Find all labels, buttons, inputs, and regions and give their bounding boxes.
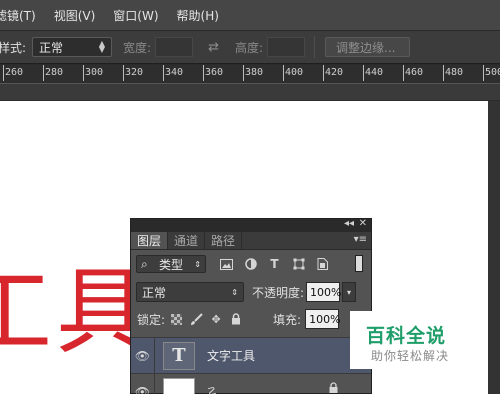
tab-paths[interactable]: 路径 [205,232,243,249]
ruler-major-tick [203,65,204,81]
menu-help[interactable]: 帮助(H) [168,7,228,24]
ruler-major-tick [243,65,244,81]
lock-move-icon[interactable]: ✥ [209,312,223,326]
visibility-eye-icon[interactable]: 👁 [131,337,155,374]
ruler-tick-label: 420 [325,67,344,78]
swap-dimensions-icon[interactable]: ⇄ [208,40,219,55]
close-icon[interactable]: ✕ [359,218,367,229]
pixel-filter-icon[interactable] [220,258,233,271]
ruler-major-tick [363,65,364,81]
ruler-strip [0,83,500,100]
style-select-value: 正常 [39,40,64,55]
ruler-tick-label: 380 [245,67,264,78]
select-arrows-icon: ⇕ [231,287,238,297]
layer-row-text[interactable]: 👁 T 文字工具 [131,337,371,374]
style-label: 样式: [0,40,27,55]
shape-filter-icon[interactable] [292,258,305,271]
fill-input[interactable]: 100% [305,309,341,329]
height-label: 高度: [235,40,264,55]
options-bar: 样式: 正常 ▲ ▼ 宽度: ⇄ 高度: 调整边缘... [0,30,500,64]
menu-filter[interactable]: 滤镜(T) [0,7,45,24]
menu-view[interactable]: 视图(V) [45,7,105,24]
ruler-major-tick [323,65,324,81]
height-field[interactable] [267,37,306,57]
ruler-major-tick [163,65,164,81]
watermark-main-text: 百科全说 [366,325,447,347]
blend-row: 正常 ⇕ 不透明度: 100% ▾ [131,280,371,304]
background-layer-name-garbled: ☡ [207,385,217,394]
filter-toggle[interactable] [355,255,363,272]
layer-name: 文字工具 [207,349,256,363]
opacity-label: 不透明度: [252,285,305,300]
ruler-tick-label: 360 [205,67,224,78]
ruler-tick-label: 300 [85,67,104,78]
select-arrows-icon: ⇕ [194,259,201,269]
layer-lock-icon [329,382,338,394]
panel-menu-icon[interactable]: ▾≡ [354,234,367,245]
panel-titlebar: ◂◂ ✕ [131,218,371,232]
watermark-logo: 百科全说 助你轻松解决 [350,311,468,369]
tab-layers[interactable]: 图层 [131,232,169,249]
menu-bar: 滤镜(T) 视图(V) 窗口(W) 帮助(H) [0,0,500,30]
visibility-eye-icon[interactable]: 👁 [131,373,155,394]
opacity-input[interactable]: 100% [306,282,342,302]
lock-transparent-icon[interactable] [169,312,183,326]
collapse-icon[interactable]: ◂◂ [344,218,354,229]
ruler-tick-label: 260 [5,67,24,78]
ruler-major-tick [83,65,84,81]
options-divider [314,36,316,58]
ruler-major-tick [443,65,444,81]
ruler-tick-label: 280 [45,67,64,78]
ruler-tick-label: 460 [405,67,424,78]
select-arrows-icon: ▲ ▼ [98,39,106,54]
ruler-tick-label: 340 [165,67,184,78]
blend-mode-value: 正常 [142,285,167,300]
watermark-sub-text: 助你轻松解决 [371,349,450,363]
filter-kind-select[interactable]: ⌕ 类型 ⇕ [136,255,206,273]
ruler-major-tick [123,65,124,81]
horizontal-ruler: 260 280 300 320 340 360 380 400 420 440 460 480 500 [0,65,500,100]
width-label: 宽度: [123,40,152,55]
layer-row-background[interactable]: 👁 ☡ [131,373,371,394]
tab-channels[interactable]: 通道 [168,232,206,249]
ruler-tick-label: 320 [125,67,144,78]
ruler-major-tick [403,65,404,81]
adjustment-filter-icon[interactable] [244,258,257,271]
type-filter-icon[interactable]: T [268,257,281,271]
lock-all-icon[interactable] [229,312,243,326]
filter-kind-value: 类型 [159,257,184,272]
opacity-dropdown-icon[interactable]: ▾ [342,282,357,302]
width-field[interactable] [155,37,194,57]
ruler-tick-label: 500 [485,67,500,78]
lock-label: 锁定: [137,312,166,327]
ruler-major-tick [283,65,284,81]
search-icon: ⌕ [141,256,148,271]
ruler-major-tick [483,65,484,81]
ruler-major-tick [3,65,4,81]
ruler-tick-label: 480 [445,67,464,78]
type-layer-thumbnail: T [163,341,195,370]
fill-label: 填充: [273,312,302,327]
ruler-tick-label: 440 [365,67,384,78]
style-select[interactable]: 正常 ▲ ▼ [32,37,113,57]
background-layer-thumbnail [163,377,195,394]
ruler-tick-label: 400 [285,67,304,78]
blend-mode-select[interactable]: 正常 ⇕ [136,282,244,302]
menu-window[interactable]: 窗口(W) [104,7,167,24]
ruler-major-tick [43,65,44,81]
panel-tabs: 图层 通道 路径 ▾≡ [131,232,371,250]
lock-brush-icon[interactable] [189,312,203,326]
filter-row: ⌕ 类型 ⇕ T [131,252,371,276]
refine-edge-button[interactable]: 调整边缘... [325,37,411,57]
smart-object-filter-icon[interactable] [316,258,329,271]
vertical-scrollbar[interactable] [488,101,500,394]
lock-row: 锁定: ✥ 填充: 100% [131,308,371,330]
layers-panel: ◂◂ ✕ 图层 通道 路径 ▾≡ ⌕ 类型 ⇕ T 正常 ⇕ 不透明度: 100… [130,218,372,394]
